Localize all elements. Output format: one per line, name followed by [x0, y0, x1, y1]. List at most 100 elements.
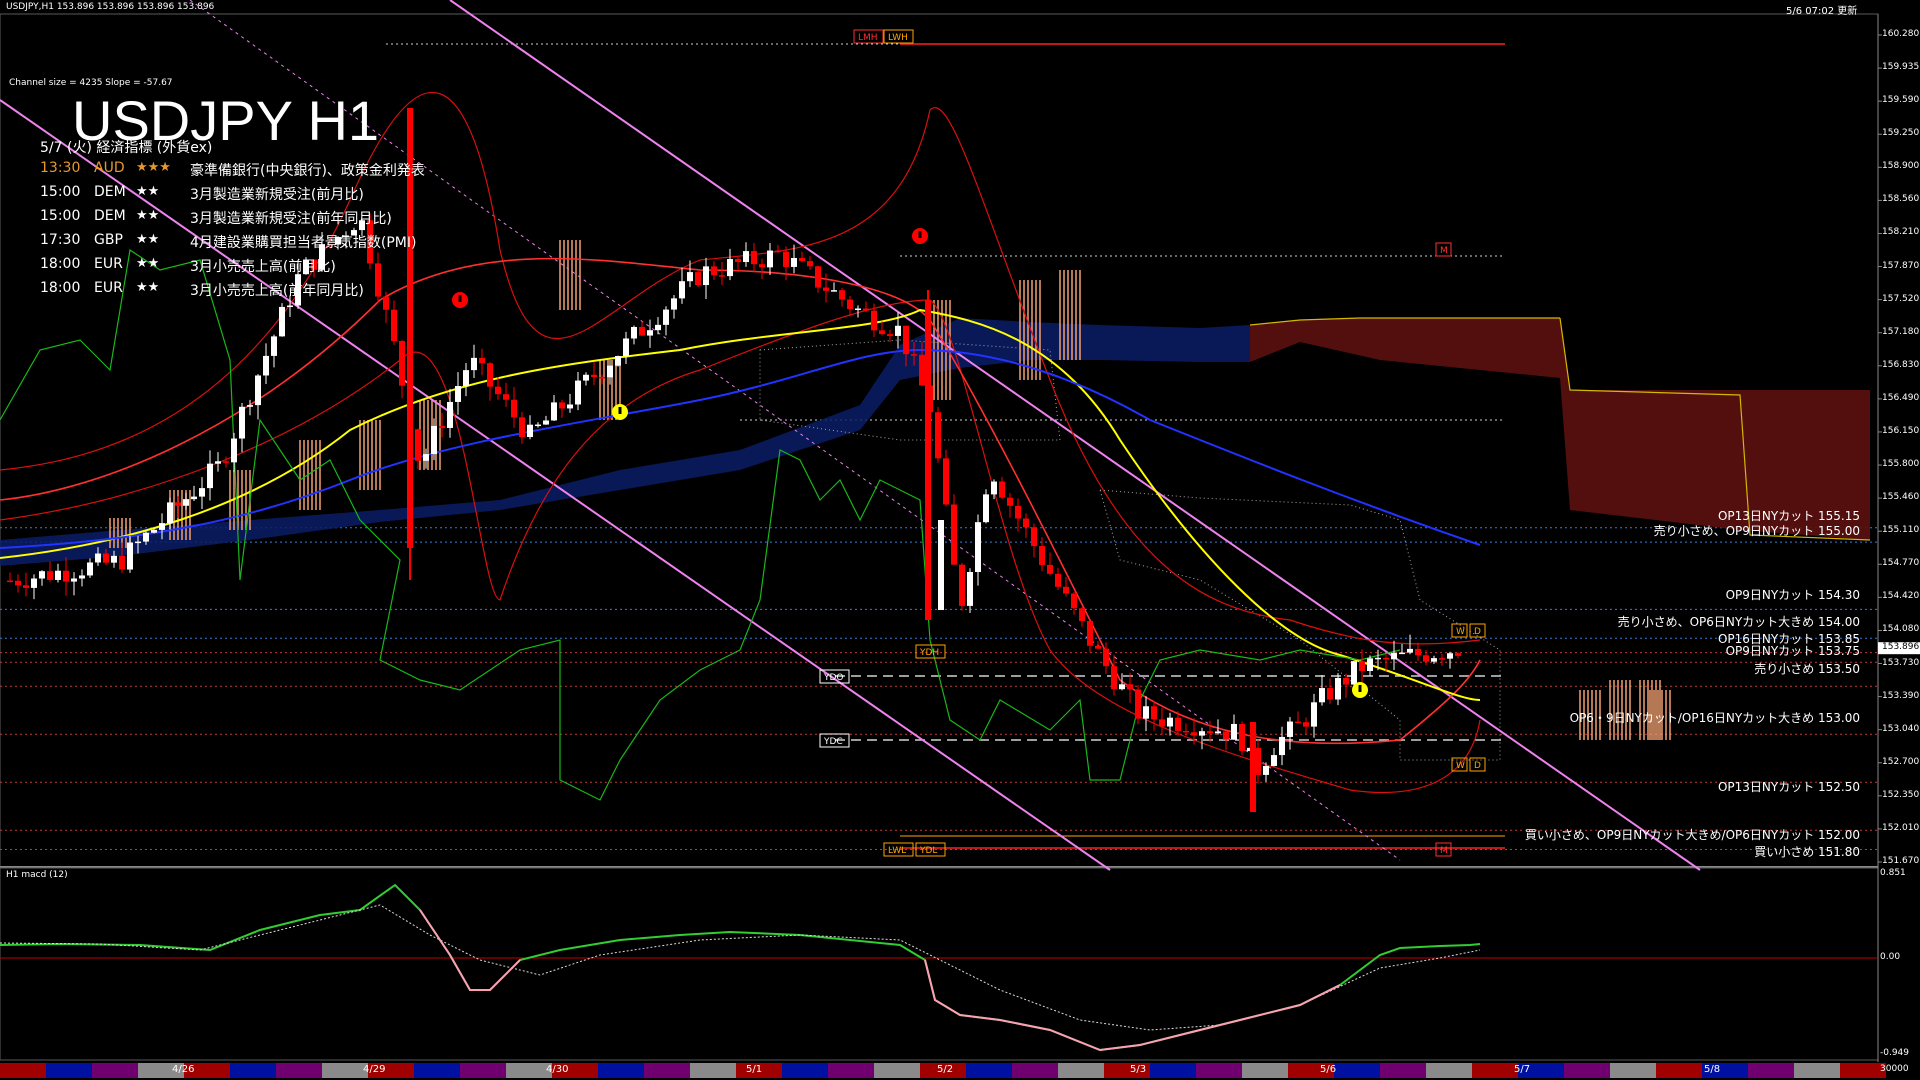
session-strip: [0, 1063, 46, 1078]
candle-body: [1023, 518, 1029, 528]
candle-body: [1063, 586, 1069, 594]
axis-label: 158.900: [1882, 161, 1920, 172]
candle-body: [1455, 653, 1461, 656]
session-strip: [46, 1063, 92, 1078]
signal-marker-notch: [918, 231, 922, 238]
candle-body: [1295, 721, 1301, 724]
candle-body: [591, 374, 597, 378]
candle-body: [1175, 717, 1181, 731]
candle-body: [1191, 732, 1197, 736]
candle-body: [1071, 593, 1077, 609]
candle-body: [647, 330, 653, 336]
axis-label: 159.250: [1882, 128, 1920, 139]
candle-body: [431, 425, 437, 455]
candle-body: [23, 585, 29, 588]
event-time: 17:30: [40, 232, 81, 248]
event-stars: ★★: [136, 256, 160, 271]
candle-body: [1055, 573, 1061, 587]
candle-body: [719, 275, 725, 277]
candle-body: [1183, 730, 1189, 733]
axis-label: 155.110: [1882, 525, 1920, 536]
time-extra: 30000: [1880, 1064, 1909, 1074]
tag-ydh: YDH: [919, 648, 939, 658]
candle-body: [1327, 688, 1333, 700]
candle-body: [183, 499, 189, 506]
candle-body: [1103, 648, 1109, 667]
candle-body: [639, 326, 645, 336]
axis-label: 159.590: [1882, 95, 1920, 106]
event-currency: DEM: [94, 184, 126, 200]
event-stars: ★★: [136, 208, 160, 223]
macd-line-down-2: [924, 959, 1341, 1052]
candle-body: [919, 354, 925, 386]
candle-body: [1015, 505, 1021, 519]
candle-body: [1263, 765, 1269, 775]
tag-d-bottom: D: [1474, 761, 1481, 771]
order-label: OP9日NYカット 154.30: [1725, 588, 1860, 602]
candle-body: [799, 257, 805, 262]
candle-body: [783, 251, 789, 267]
candle-body: [887, 334, 893, 336]
candle-body: [839, 290, 845, 300]
tag-w-bottom: W: [1456, 761, 1465, 771]
candle-body: [127, 542, 133, 570]
macd-line: [0, 883, 1481, 1052]
candle-body: [151, 529, 157, 533]
candle-body: [1135, 689, 1141, 719]
candle-body: [143, 532, 149, 542]
candle-body: [231, 438, 237, 463]
event-time: 15:00: [40, 208, 81, 224]
event-stars: ★★: [136, 184, 160, 199]
current-price-label: 153.896: [1882, 642, 1920, 653]
event-currency: EUR: [94, 256, 123, 272]
candle-body: [223, 461, 229, 463]
candle-body: [1319, 688, 1325, 703]
candle-body: [511, 399, 517, 418]
candle-body: [471, 357, 477, 371]
candle-body: [167, 502, 173, 524]
time-label: 4/26: [172, 1064, 195, 1075]
session-strip: [1150, 1063, 1196, 1078]
candle-body: [1399, 652, 1405, 655]
candle-body: [1119, 684, 1125, 690]
event-time: 18:00: [40, 256, 81, 272]
candle-body: [831, 290, 837, 292]
event-name: 3月小売売上高(前月比): [190, 259, 336, 275]
candle-body: [103, 553, 109, 563]
candle-body: [255, 375, 261, 406]
candle-body: [1143, 706, 1149, 719]
candle-body: [775, 250, 781, 253]
session-strip: [1610, 1063, 1656, 1078]
order-label: OP6・9日NYカット/OP16日NYカット大きめ 153.00: [1569, 711, 1860, 725]
candle-body: [1231, 723, 1237, 740]
axis-label: 152.700: [1882, 756, 1920, 767]
candle-body: [1087, 620, 1093, 646]
drop-candle-body: [925, 300, 931, 620]
channel-info: Channel size = 4235 Slope = -57.67: [9, 78, 173, 88]
candle-body: [111, 555, 117, 563]
session-strip: [460, 1063, 506, 1078]
session-strip: [1656, 1063, 1702, 1078]
axis-label: 151.670: [1882, 856, 1920, 866]
candle-body: [991, 481, 997, 495]
candle-body: [975, 522, 981, 573]
session-strip: [92, 1063, 138, 1078]
candle-body: [1343, 677, 1349, 685]
tag-m-bottom: M: [1440, 846, 1448, 856]
tag-lmh: LMH: [858, 33, 878, 43]
macd-label: H1 macd (12): [6, 870, 68, 880]
tag-ydo: YDO: [823, 673, 844, 683]
candle-body: [1039, 546, 1045, 565]
candle-body: [983, 494, 989, 523]
candle-body: [71, 578, 77, 582]
event-name: 3月小売売上高(前年同月比): [190, 283, 364, 299]
candle-body: [911, 354, 917, 356]
candle-body: [615, 356, 621, 366]
candle-body: [1215, 731, 1221, 734]
event-stars: ★★: [136, 232, 160, 247]
order-label: 買い小さめ、OP9日NYカット大きめ/OP6日NYカット 152.00: [1524, 828, 1860, 842]
candle-body: [1383, 657, 1389, 660]
session-strip: [690, 1063, 736, 1078]
symbol-line: USDJPY,H1 153.896 153.896 153.896 153.89…: [6, 2, 215, 12]
events-heading: 5/7 (火) 経済指標 (外貨ex): [40, 140, 213, 156]
